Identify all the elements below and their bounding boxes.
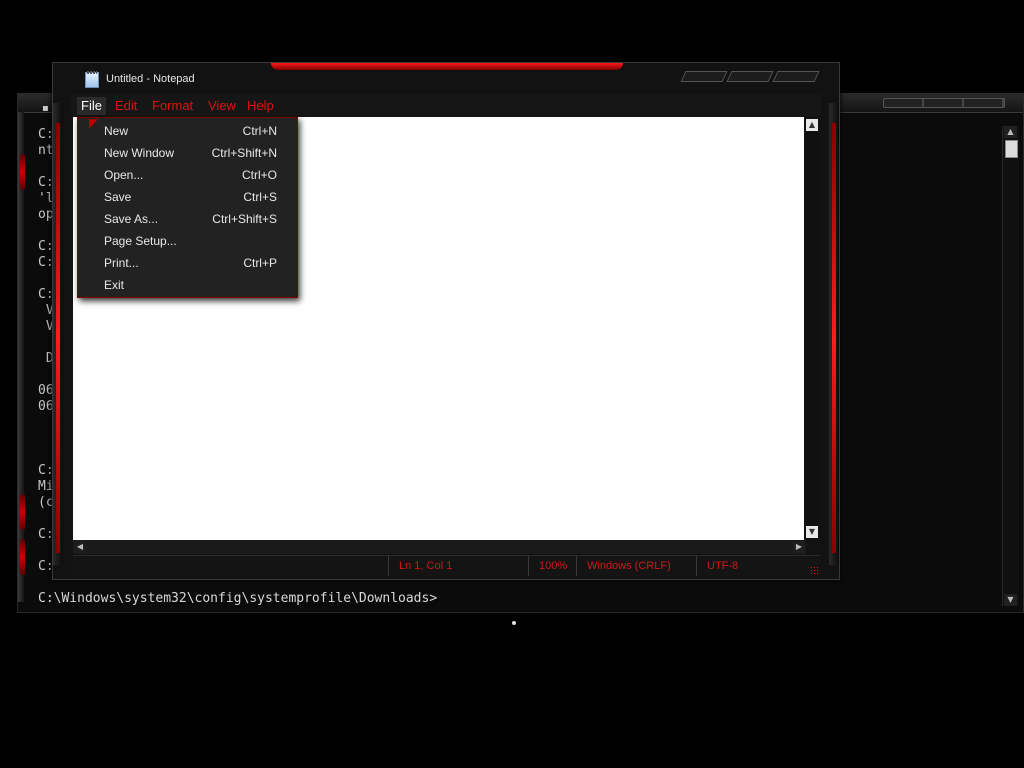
status-line-ending: Windows (CRLF)	[576, 556, 697, 576]
menu-item-new-window[interactable]: New Window Ctrl+Shift+N	[78, 142, 297, 164]
mouse-cursor-icon	[512, 621, 516, 625]
menu-item-shortcut: Ctrl+O	[241, 168, 277, 182]
menu-item-shortcut: Ctrl+S	[243, 190, 277, 204]
arrow-up-icon[interactable]: ▲	[1004, 126, 1017, 138]
window-title: Untitled - Notepad	[106, 73, 195, 85]
console-prompt[interactable]: C:\Windows\system32\config\systemprofile…	[38, 591, 437, 606]
menu-item-label: New	[104, 124, 129, 138]
menu-item-label: Page Setup...	[104, 234, 177, 248]
window-controls[interactable]	[680, 71, 823, 83]
console-frame-accent	[20, 539, 25, 575]
menu-item-page-setup[interactable]: Page Setup...	[78, 230, 297, 252]
menu-file[interactable]: File	[77, 97, 106, 115]
maximize-button[interactable]	[726, 71, 774, 82]
menu-item-open[interactable]: Open... Ctrl+O	[78, 164, 297, 186]
menu-item-save-as[interactable]: Save As... Ctrl+Shift+S	[78, 208, 297, 230]
menu-item-new[interactable]: New Ctrl+N	[78, 120, 297, 142]
minimize-button[interactable]	[680, 71, 728, 82]
arrow-up-icon[interactable]: ▲	[806, 119, 818, 131]
menu-view[interactable]: View	[204, 97, 240, 115]
console-frame-accent	[20, 154, 25, 190]
arrow-right-icon[interactable]: ▶	[793, 541, 805, 553]
menu-item-label: Open...	[104, 168, 144, 182]
menu-item-label: Save	[104, 190, 132, 204]
menu-bar: File Edit Format View Help	[71, 94, 821, 116]
menu-item-shortcut: Ctrl+P	[243, 256, 277, 270]
console-scroll-thumb[interactable]	[1005, 140, 1018, 158]
vertical-scrollbar[interactable]: ▲ ▼	[804, 117, 820, 540]
frame-accent-right	[832, 123, 836, 553]
menu-item-shortcut: Ctrl+Shift+N	[211, 146, 277, 160]
console-frame-accent	[20, 494, 25, 530]
menu-item-label: Save As...	[104, 212, 159, 226]
menu-item-exit[interactable]: Exit	[78, 274, 297, 296]
menu-item-save[interactable]: Save Ctrl+S	[78, 186, 297, 208]
menu-item-shortcut: Ctrl+N	[242, 124, 277, 138]
status-zoom: 100%	[528, 556, 579, 576]
menu-edit[interactable]: Edit	[111, 97, 141, 115]
console-window-controls[interactable]	[883, 98, 1005, 108]
horizontal-scrollbar[interactable]: ◀ ▶	[73, 540, 806, 554]
menu-item-shortcut: Ctrl+Shift+S	[212, 212, 277, 226]
arrow-down-icon[interactable]: ▼	[1004, 594, 1017, 606]
menu-item-label: Exit	[104, 278, 125, 292]
notepad-title-bar[interactable]: Untitled - Notepad	[63, 69, 829, 93]
status-bar: Ln 1, Col 1 100% Windows (CRLF) UTF-8	[73, 555, 820, 576]
menu-format[interactable]: Format	[148, 97, 197, 115]
menu-item-print[interactable]: Print... Ctrl+P	[78, 252, 297, 274]
console-vertical-scrollbar[interactable]: ▲ ▼	[1002, 126, 1019, 606]
menu-item-label: New Window	[104, 146, 175, 160]
close-button[interactable]	[772, 71, 820, 82]
pointer-icon: ◤	[89, 116, 99, 130]
file-menu-dropdown: New Ctrl+N New Window Ctrl+Shift+N Open.…	[77, 117, 298, 298]
menu-item-label: Print...	[104, 256, 139, 270]
console-icon: ▪	[42, 103, 49, 114]
status-position: Ln 1, Col 1	[388, 556, 529, 576]
arrow-down-icon[interactable]: ▼	[806, 526, 818, 538]
notepad-icon	[85, 71, 99, 88]
arrow-left-icon[interactable]: ◀	[74, 541, 86, 553]
menu-help[interactable]: Help	[243, 97, 278, 115]
frame-accent-left	[56, 123, 60, 553]
resize-grip-icon[interactable]	[810, 566, 818, 574]
status-encoding: UTF-8	[696, 556, 807, 576]
